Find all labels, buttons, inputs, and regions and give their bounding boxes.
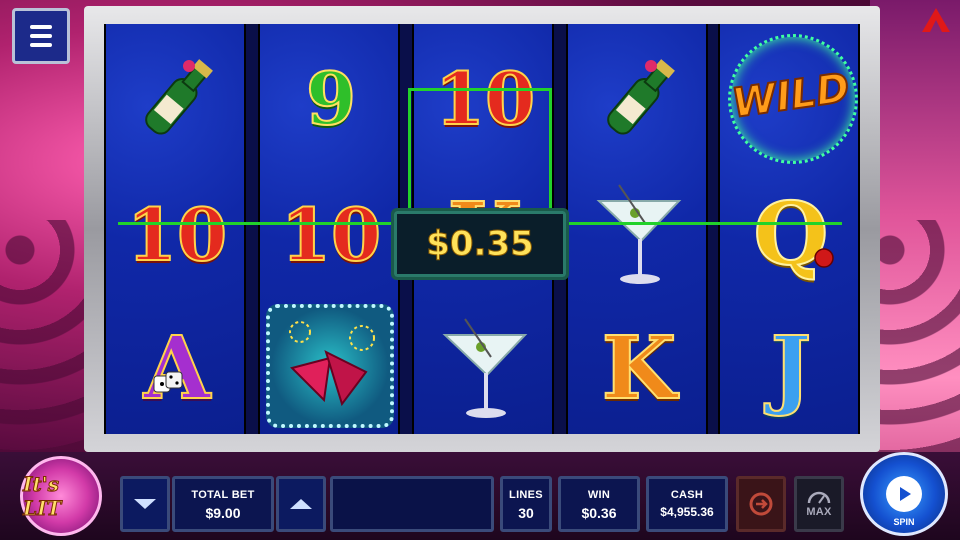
- spin-button[interactable]: SPIN: [860, 452, 948, 536]
- background-crowd-left: [0, 220, 90, 480]
- champagne-bottle-icon: [607, 59, 675, 135]
- bet-increase-button[interactable]: [276, 476, 326, 532]
- symbol-ten: 10: [280, 191, 382, 278]
- max-label: MAX: [806, 506, 832, 518]
- max-bet-button[interactable]: MAX: [794, 476, 844, 532]
- champagne-bottle-icon: [145, 59, 213, 135]
- total-bet-display: TOTAL BET $9.00: [172, 476, 274, 532]
- symbol-champagne-bottle: [568, 30, 710, 166]
- game-logo: It's LIT: [20, 456, 102, 536]
- menu-button[interactable]: [12, 8, 70, 64]
- win-amount-popup: $0.35: [391, 208, 569, 280]
- win-display: WIN $0.36: [558, 476, 640, 532]
- reel-5: WILD Q J: [718, 24, 860, 434]
- win-amount-text: $0.35: [426, 224, 535, 265]
- win-label: WIN: [587, 489, 611, 501]
- win-value: $0.36: [581, 505, 617, 521]
- symbol-martini: [414, 300, 556, 436]
- cash-display: CASH $4,955.36: [646, 476, 728, 532]
- symbol-scatter-firework: [260, 296, 402, 432]
- spin-label: SPIN: [893, 517, 915, 527]
- message-display: [330, 476, 494, 532]
- arrow-down-icon: [134, 499, 156, 509]
- symbol-king: K: [601, 317, 678, 420]
- scatter-frame: [266, 304, 394, 428]
- symbol-queen: Q: [720, 166, 862, 302]
- symbol-nine: 9: [305, 55, 357, 142]
- cash-value: $4,955.36: [660, 505, 714, 519]
- play-triangle-icon: [900, 487, 911, 501]
- martini-icon: [596, 184, 682, 284]
- lines-value: 30: [518, 505, 534, 521]
- winning-symbol-outline: [408, 88, 552, 218]
- bet-decrease-button[interactable]: [120, 476, 170, 532]
- menu-icon-bar: [30, 25, 52, 29]
- background-crowd-right: [870, 220, 960, 480]
- symbol-ten: 10: [126, 191, 228, 278]
- firework-icon: [289, 321, 375, 407]
- play-icon: [886, 476, 922, 512]
- dice-icon: [153, 371, 183, 393]
- autoplay-icon: [749, 492, 773, 516]
- symbol-champagne-bottle: [106, 30, 248, 166]
- total-bet-label: TOTAL BET: [191, 489, 255, 501]
- reel-1: 10 A: [104, 24, 246, 434]
- martini-icon: [442, 318, 528, 418]
- arrow-up-icon: [290, 499, 312, 509]
- lines-label: LINES: [509, 489, 543, 501]
- rose-icon: [814, 248, 834, 268]
- menu-icon-bar: [30, 34, 52, 38]
- lines-display: LINES 30: [500, 476, 552, 532]
- symbol-jack: J: [770, 317, 813, 420]
- symbol-ace: A: [106, 300, 248, 436]
- menu-icon-bar: [30, 43, 52, 47]
- total-bet-value: $9.00: [205, 505, 241, 521]
- cash-label: CASH: [670, 489, 704, 501]
- ace-letter: A: [143, 317, 212, 420]
- symbol-wild: WILD: [720, 28, 862, 164]
- gauge-icon: [807, 491, 831, 504]
- reel-4: K: [566, 24, 708, 434]
- autoplay-button[interactable]: [736, 476, 786, 532]
- game-logo-text: It's LIT: [23, 472, 62, 521]
- reel-2: 9 10: [258, 24, 400, 434]
- provider-logo-icon: [922, 8, 950, 32]
- symbol-martini: [568, 166, 710, 302]
